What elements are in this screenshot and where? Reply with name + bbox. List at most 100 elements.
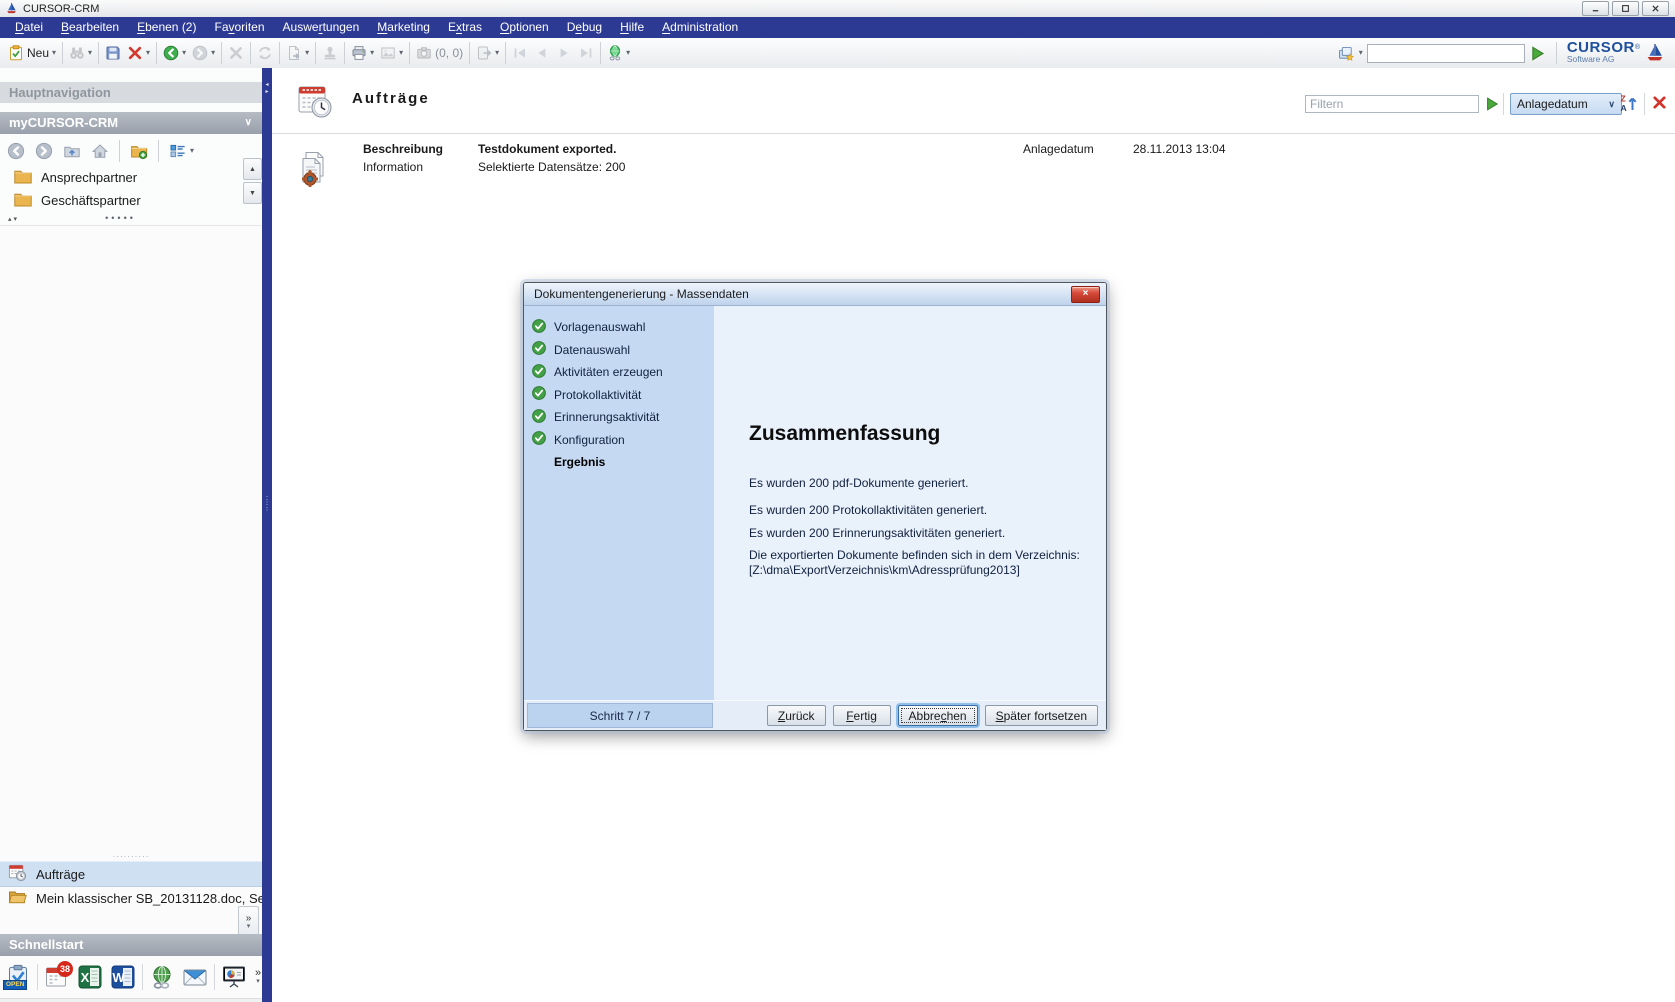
chevron-down-icon[interactable]: ▾ bbox=[190, 147, 194, 155]
chevron-down-icon[interactable]: ▾ bbox=[211, 49, 215, 57]
quick-search-input[interactable] bbox=[1367, 44, 1525, 63]
filter-input[interactable] bbox=[1305, 95, 1479, 113]
sidebar-toolbar: ▾ bbox=[4, 138, 197, 164]
sort-direction-icon[interactable]: ZA bbox=[1618, 93, 1638, 116]
new-button[interactable]: Neu▾ bbox=[5, 43, 59, 63]
divider bbox=[272, 133, 1675, 134]
menu-item-datei[interactable]: Datei bbox=[6, 17, 52, 38]
chevron-down-icon[interactable]: ▾ bbox=[495, 49, 499, 57]
quickstart-excel[interactable]: X bbox=[76, 963, 104, 991]
sort-field-dropdown[interactable]: Anlagedatum ∨ bbox=[1510, 93, 1622, 115]
chevron-down-icon[interactable]: ▾ bbox=[305, 49, 309, 57]
abort-button[interactable]: Abbrechen bbox=[898, 705, 978, 726]
menu-item-marketing[interactable]: Marketing bbox=[368, 17, 439, 38]
menu-item-ebenen-2-[interactable]: Ebenen (2) bbox=[128, 17, 205, 38]
view-mode-button[interactable]: ▾ bbox=[166, 140, 197, 162]
nav-last-icon bbox=[578, 45, 594, 61]
back-button[interactable]: ▾ bbox=[160, 43, 189, 63]
quickstart-mail[interactable] bbox=[181, 963, 209, 991]
strip-grip-icon[interactable]: ⋮⋮ bbox=[263, 496, 271, 512]
quick-search-scope-icon[interactable] bbox=[1338, 45, 1355, 62]
delete-icon bbox=[127, 45, 143, 61]
toolbar-separator bbox=[98, 42, 99, 64]
menu-item-bearbeiten[interactable]: Bearbeiten bbox=[52, 17, 128, 38]
chevron-down-icon[interactable]: ▾ bbox=[52, 49, 56, 57]
quickstart-word[interactable]: W bbox=[109, 963, 137, 991]
chevron-down-icon[interactable]: ▾ bbox=[370, 49, 374, 57]
delete-button[interactable]: ▾ bbox=[124, 43, 153, 63]
sidebar-splitter[interactable]: ▴▾ ••••• bbox=[0, 214, 262, 223]
maximize-button[interactable] bbox=[1612, 1, 1639, 16]
print-button[interactable]: ▾ bbox=[348, 43, 377, 63]
quickstart-overflow-button[interactable]: »▾ bbox=[255, 969, 261, 986]
list-item[interactable]: Mein klassischer SB_20131128.doc, Serien… bbox=[0, 886, 262, 910]
wizard-step-label: Datenauswahl bbox=[554, 343, 630, 357]
continue-later-button[interactable]: Später fortsetzen bbox=[985, 705, 1098, 726]
sidebar-group-mycursor[interactable]: myCURSOR-CRM ∨ bbox=[0, 112, 262, 134]
document-record-icon[interactable] bbox=[298, 150, 330, 191]
toolbar-separator bbox=[250, 42, 251, 64]
svg-text:X: X bbox=[81, 970, 90, 985]
back-icon bbox=[163, 45, 179, 61]
wizard-step-datenauswahl: Datenauswahl bbox=[524, 339, 714, 362]
quickstart-weblink[interactable] bbox=[148, 963, 176, 991]
wizard-step-label: Ergebnis bbox=[554, 455, 605, 469]
splitter-grip-icon[interactable]: ·········· bbox=[0, 852, 262, 861]
home-button[interactable] bbox=[88, 140, 112, 162]
quick-search-run-icon[interactable] bbox=[1529, 45, 1546, 62]
summary-line: Es wurden 200 Protokollaktivitäten gener… bbox=[749, 503, 987, 518]
chevron-down-icon[interactable]: ▾ bbox=[1359, 49, 1363, 57]
minimize-button[interactable] bbox=[1582, 1, 1609, 16]
menu-item-administration[interactable]: Administration bbox=[653, 17, 747, 38]
menu-item-debug[interactable]: Debug bbox=[558, 17, 611, 38]
menu-item-optionen[interactable]: Optionen bbox=[491, 17, 558, 38]
close-button[interactable] bbox=[1642, 1, 1669, 16]
folder-scrollbar[interactable]: ▲ ▼ bbox=[243, 158, 260, 206]
app-logo-icon bbox=[5, 2, 18, 15]
menu-item-extras[interactable]: Extras bbox=[439, 17, 491, 38]
chevron-down-icon[interactable]: ∨ bbox=[245, 112, 252, 134]
user-button[interactable]: ▾ bbox=[604, 43, 633, 63]
toolbar-separator bbox=[279, 42, 280, 64]
sidebar-footer bbox=[0, 998, 262, 1002]
search-binoculars-icon bbox=[69, 45, 85, 61]
collapse-left-icon[interactable]: ◂▸ bbox=[265, 82, 268, 96]
sidebar-folder-ansprechpartner[interactable]: Ansprechpartner bbox=[0, 166, 240, 189]
nav-back-button[interactable] bbox=[4, 140, 28, 162]
wizard-step-aktivitäten-erzeugen: Aktivitäten erzeugen bbox=[524, 361, 714, 384]
sidebar-folder-gesch-ftspartner[interactable]: Geschäftspartner bbox=[0, 189, 240, 212]
menu-item-hilfe[interactable]: Hilfe bbox=[611, 17, 653, 38]
sidebar-collapse-strip[interactable]: ◂▸ ⋮⋮ bbox=[262, 68, 272, 1002]
chevron-down-icon[interactable]: ▾ bbox=[399, 49, 403, 57]
quickstart-presentation[interactable] bbox=[220, 963, 248, 991]
save-button[interactable] bbox=[102, 43, 124, 63]
splitter-arrows-icon[interactable]: ▴▾ bbox=[0, 215, 19, 223]
close-view-icon[interactable] bbox=[1652, 95, 1667, 113]
quickstart-calendar[interactable]: 38 bbox=[43, 963, 71, 991]
dialog-titlebar[interactable]: Dokumentengenerierung - Massendaten × bbox=[524, 283, 1106, 306]
apply-filter-icon[interactable] bbox=[1484, 96, 1500, 115]
scroll-up-button[interactable]: ▲ bbox=[243, 158, 262, 180]
back-step-button[interactable]: Zurück bbox=[767, 705, 826, 726]
folder-up-button[interactable] bbox=[60, 140, 84, 162]
chevron-down-icon[interactable]: ▾ bbox=[182, 49, 186, 57]
chevron-down-icon[interactable]: ▾ bbox=[626, 49, 630, 57]
toolbar-separator bbox=[409, 42, 410, 64]
add-folder-button[interactable] bbox=[127, 140, 151, 162]
chevron-down-icon[interactable]: ▾ bbox=[88, 49, 92, 57]
menu-item-favoriten[interactable]: Favoriten bbox=[205, 17, 273, 38]
menu-item-auswertungen[interactable]: Auswertungen bbox=[274, 17, 369, 38]
chevron-down-icon[interactable]: ▾ bbox=[146, 49, 150, 57]
splitter-grip-icon[interactable]: ••••• bbox=[105, 214, 136, 223]
toolbar-separator bbox=[156, 42, 157, 64]
dialog-close-button[interactable]: × bbox=[1071, 286, 1100, 303]
nav-forward-button[interactable] bbox=[32, 140, 56, 162]
print-icon bbox=[351, 45, 367, 61]
quickstart-open[interactable]: OPEN bbox=[4, 963, 32, 991]
finish-button[interactable]: Fertig bbox=[833, 705, 891, 726]
wizard-step-erinnerungsaktivität: Erinnerungsaktivität bbox=[524, 406, 714, 429]
wizard-step-vorlagenauswahl: Vorlagenauswahl bbox=[524, 316, 714, 339]
list-item[interactable]: Aufträge bbox=[0, 861, 262, 887]
record-field-value[interactable]: Testdokument exported. bbox=[478, 142, 616, 156]
scroll-down-button[interactable]: ▼ bbox=[243, 182, 262, 204]
